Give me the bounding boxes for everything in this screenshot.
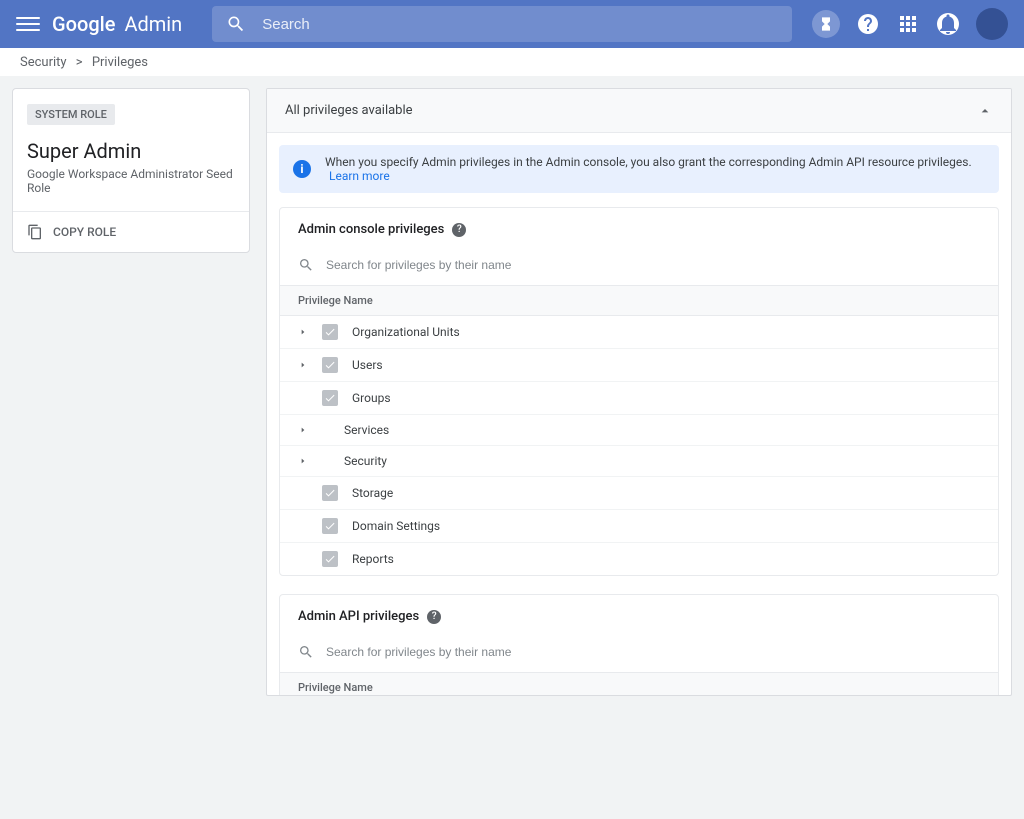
header-actions bbox=[812, 8, 1008, 40]
search-icon bbox=[226, 14, 246, 34]
apps-icon[interactable] bbox=[896, 12, 920, 36]
help-icon[interactable] bbox=[856, 12, 880, 36]
privilege-row[interactable]: Users bbox=[280, 349, 998, 382]
breadcrumb-security[interactable]: Security bbox=[20, 55, 67, 70]
privileges-content: All privileges available i When you spec… bbox=[266, 88, 1012, 696]
role-card-top: SYSTEM ROLE Super Admin Google Workspace… bbox=[13, 89, 249, 212]
expand-icon[interactable] bbox=[298, 328, 308, 336]
logo-main: Google bbox=[52, 12, 115, 36]
chevron-up-icon bbox=[977, 103, 993, 119]
role-title: Super Admin bbox=[27, 139, 235, 163]
privilege-label: Storage bbox=[352, 486, 393, 500]
panel2-search-input[interactable] bbox=[326, 645, 980, 659]
panel2-col-header: Privilege Name bbox=[280, 673, 998, 695]
learn-more-link[interactable]: Learn more bbox=[329, 169, 390, 183]
privilege-label: Organizational Units bbox=[352, 325, 460, 339]
global-search[interactable] bbox=[212, 6, 792, 42]
checkbox-checked[interactable] bbox=[322, 485, 338, 501]
panel2-search bbox=[280, 636, 998, 673]
notifications-icon[interactable] bbox=[936, 12, 960, 36]
expand-icon[interactable] bbox=[298, 426, 308, 434]
copy-icon bbox=[27, 224, 43, 240]
privilege-row[interactable]: Domain Settings bbox=[280, 510, 998, 543]
checkbox-checked[interactable] bbox=[322, 551, 338, 567]
panel2-title: Admin API privileges ? bbox=[280, 595, 998, 636]
help-icon[interactable]: ? bbox=[427, 610, 441, 624]
breadcrumb-sep: > bbox=[73, 55, 86, 70]
role-subtitle: Google Workspace Administrator Seed Role bbox=[27, 167, 235, 195]
logo-sub: Admin bbox=[124, 12, 182, 36]
breadcrumb: Security > Privileges bbox=[0, 48, 1024, 76]
privilege-label: Users bbox=[352, 358, 383, 372]
privilege-row[interactable]: Reports bbox=[280, 543, 998, 575]
checkbox-checked[interactable] bbox=[322, 518, 338, 534]
privilege-label: Security bbox=[344, 454, 387, 468]
scroll-area[interactable]: i When you specify Admin privileges in t… bbox=[267, 133, 1011, 695]
copy-role-button[interactable]: COPY ROLE bbox=[13, 212, 249, 252]
admin-console-panel: Admin console privileges ? Privilege Nam… bbox=[279, 207, 999, 576]
logo[interactable]: Google Admin bbox=[52, 12, 182, 36]
checkbox-checked[interactable] bbox=[322, 390, 338, 406]
privilege-row[interactable]: Groups bbox=[280, 382, 998, 415]
section-header[interactable]: All privileges available bbox=[267, 89, 1011, 133]
privilege-label: Services bbox=[344, 423, 389, 437]
timer-icon[interactable] bbox=[812, 10, 840, 38]
checkbox-checked[interactable] bbox=[322, 324, 338, 340]
main-layout: SYSTEM ROLE Super Admin Google Workspace… bbox=[0, 76, 1024, 819]
role-card: SYSTEM ROLE Super Admin Google Workspace… bbox=[12, 88, 250, 253]
search-icon bbox=[298, 644, 314, 660]
privilege-label: Domain Settings bbox=[352, 519, 440, 533]
app-header: Google Admin bbox=[0, 0, 1024, 48]
help-icon[interactable]: ? bbox=[452, 223, 466, 237]
info-icon: i bbox=[293, 160, 311, 178]
banner-text: When you specify Admin privileges in the… bbox=[325, 155, 972, 169]
panel1-title: Admin console privileges ? bbox=[280, 208, 998, 249]
privilege-label: Groups bbox=[352, 391, 391, 405]
checkbox-checked[interactable] bbox=[322, 357, 338, 373]
admin-api-panel: Admin API privileges ? Privilege Name Or… bbox=[279, 594, 999, 695]
panel1-col-header: Privilege Name bbox=[280, 286, 998, 316]
panel1-search bbox=[280, 249, 998, 286]
privilege-row[interactable]: Security bbox=[280, 446, 998, 477]
breadcrumb-privileges: Privileges bbox=[92, 55, 148, 70]
expand-icon[interactable] bbox=[298, 361, 308, 369]
menu-icon[interactable] bbox=[16, 12, 40, 36]
privilege-row[interactable]: Organizational Units bbox=[280, 316, 998, 349]
banner-text-wrap: When you specify Admin privileges in the… bbox=[325, 155, 985, 183]
avatar[interactable] bbox=[976, 8, 1008, 40]
privilege-row[interactable]: Storage bbox=[280, 477, 998, 510]
panel2-title-text: Admin API privileges bbox=[298, 609, 419, 624]
privilege-label: Reports bbox=[352, 552, 394, 566]
info-banner: i When you specify Admin privileges in t… bbox=[279, 145, 999, 193]
copy-role-label: COPY ROLE bbox=[53, 225, 116, 239]
search-input[interactable] bbox=[262, 16, 778, 33]
search-icon bbox=[298, 257, 314, 273]
privilege-row[interactable]: Services bbox=[280, 415, 998, 446]
panel1-search-input[interactable] bbox=[326, 258, 980, 272]
panel1-title-text: Admin console privileges bbox=[298, 222, 444, 237]
section-title: All privileges available bbox=[285, 103, 413, 118]
panel1-rows: Organizational Units Users Groups Services S… bbox=[280, 316, 998, 575]
expand-icon[interactable] bbox=[298, 457, 308, 465]
role-badge: SYSTEM ROLE bbox=[27, 104, 115, 125]
